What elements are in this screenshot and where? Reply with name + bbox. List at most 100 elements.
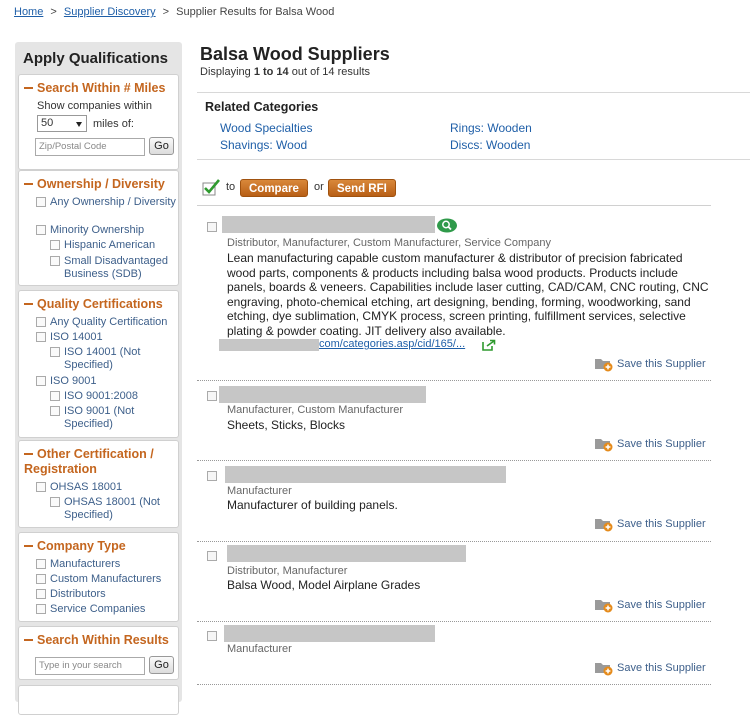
zip-code-input[interactable]: Zip/Postal Code [35, 138, 145, 156]
result-checkbox[interactable] [207, 471, 217, 481]
divider [197, 205, 711, 206]
iso-14001-ns-option[interactable]: ISO 14001 (Not Specified) [50, 346, 154, 372]
supplier-url-link[interactable]: com/categories.asp/cid/165/... [319, 338, 465, 350]
page-title: Balsa Wood Suppliers [200, 44, 390, 64]
result-checkbox[interactable] [207, 222, 217, 232]
supplier-name-redacted[interactable] [225, 466, 506, 483]
other-cert-filter-title[interactable]: Other Certification / Registration [24, 447, 174, 477]
checkbox[interactable] [50, 406, 60, 416]
checkbox[interactable] [36, 559, 46, 569]
save-folder-icon [595, 519, 613, 532]
ownership-any-option[interactable]: Any Ownership / Diversity [36, 196, 176, 209]
breadcrumb-current: Supplier Results for Balsa Wood [176, 6, 335, 18]
send-rfi-button[interactable]: Send RFI [328, 179, 396, 197]
result-checkbox[interactable] [207, 391, 217, 401]
result-checkbox[interactable] [207, 631, 217, 641]
ohsas-18001-option[interactable]: OHSAS 18001 [36, 481, 176, 494]
checkbox[interactable] [50, 240, 60, 250]
checkbox[interactable] [50, 497, 60, 507]
miles-go-button[interactable]: Go [149, 137, 174, 155]
search-within-input[interactable]: Type in your search [35, 657, 145, 675]
collapse-dash-icon [24, 182, 33, 185]
checkbox[interactable] [36, 482, 46, 492]
company-type-manufacturers-option[interactable]: Manufacturers [36, 558, 176, 571]
miles-of-label: miles of: [93, 118, 134, 130]
next-filter-box [18, 685, 179, 715]
url-domain-redacted [219, 339, 319, 351]
checkbox[interactable] [36, 332, 46, 342]
ownership-filter-title[interactable]: Ownership / Diversity [24, 177, 165, 192]
search-results-filter-title[interactable]: Search Within Results [24, 633, 169, 648]
collapse-dash-icon [24, 86, 33, 89]
checkbox[interactable] [36, 225, 46, 235]
breadcrumb-home-link[interactable]: Home [14, 6, 43, 18]
company-type-distributors-option[interactable]: Distributors [36, 588, 176, 601]
related-categories-title: Related Categories [205, 100, 319, 114]
search-within-go-button[interactable]: Go [149, 656, 174, 674]
breadcrumb-separator: > [162, 6, 170, 18]
minority-ownership-option[interactable]: Minority Ownership [36, 224, 176, 237]
related-link-wood-specialties[interactable]: Wood Specialties [220, 121, 313, 135]
checkbox[interactable] [36, 376, 46, 386]
save-folder-icon [595, 663, 613, 676]
quick-view-magnifier-icon[interactable] [436, 218, 458, 233]
quality-filter-box: Quality Certifications Any Quality Certi… [18, 290, 179, 438]
distance-select[interactable]: 50 [37, 115, 87, 132]
result-separator [197, 541, 711, 542]
supplier-name-redacted[interactable] [219, 386, 426, 403]
sdb-option[interactable]: Small Disadvantaged Business (SDB) [50, 255, 178, 281]
search-results-filter-box: Search Within Results Type in your searc… [18, 626, 179, 680]
qualifications-sidebar: Apply Qualifications Search Within # Mil… [15, 42, 182, 715]
miles-filter-title[interactable]: Search Within # Miles [24, 81, 165, 96]
checkbox[interactable] [36, 317, 46, 327]
sidebar-title: Apply Qualifications [23, 50, 169, 67]
related-link-discs-wooden[interactable]: Discs: Wooden [450, 138, 530, 152]
compare-button[interactable]: Compare [240, 179, 308, 197]
supplier-name-redacted[interactable] [227, 545, 466, 562]
supplier-name-redacted[interactable] [222, 216, 435, 233]
checkbox[interactable] [50, 256, 60, 266]
iso-9001-ns-option[interactable]: ISO 9001 (Not Specified) [50, 405, 146, 431]
save-folder-icon [595, 359, 613, 372]
external-link-icon[interactable] [482, 339, 496, 351]
iso-14001-option[interactable]: ISO 14001 [36, 331, 176, 344]
collapse-dash-icon [24, 638, 33, 641]
results-count: Displaying 1 to 14 out of 14 results [200, 66, 371, 78]
checkbox[interactable] [36, 604, 46, 614]
result-checkbox[interactable] [207, 551, 217, 561]
supplier-types: Manufacturer [227, 485, 292, 497]
related-categories: Related Categories Wood Specialties Ring… [197, 92, 750, 160]
company-type-custom-manufacturers-option[interactable]: Custom Manufacturers [36, 573, 176, 586]
save-folder-icon [595, 439, 613, 452]
checkbox[interactable] [36, 197, 46, 207]
show-companies-label: Show companies within [37, 100, 152, 112]
checkbox[interactable] [36, 589, 46, 599]
collapse-dash-icon [24, 544, 33, 547]
company-type-service-companies-option[interactable]: Service Companies [36, 603, 176, 616]
iso-9001-option[interactable]: ISO 9001 [36, 375, 176, 388]
quality-filter-title[interactable]: Quality Certifications [24, 297, 163, 312]
hispanic-american-option[interactable]: Hispanic American [50, 239, 178, 252]
breadcrumb: Home > Supplier Discovery > Supplier Res… [14, 6, 334, 18]
supplier-name-redacted[interactable] [224, 625, 435, 642]
related-link-rings-wooden[interactable]: Rings: Wooden [450, 121, 532, 135]
company-type-filter-box: Company Type Manufacturers Custom Manufa… [18, 532, 179, 622]
ohsas-18001-ns-option[interactable]: OHSAS 18001 (Not Specified) [50, 496, 160, 522]
action-or-label: or [314, 181, 324, 193]
action-to-label: to [226, 181, 236, 193]
checkbox[interactable] [36, 574, 46, 584]
breadcrumb-separator: > [50, 6, 57, 18]
supplier-description: Sheets, Sticks, Blocks [227, 418, 346, 432]
related-link-shavings-wood[interactable]: Shavings: Wood [220, 138, 307, 152]
checkbox[interactable] [50, 391, 60, 401]
collapse-dash-icon [24, 302, 33, 305]
supplier-description: Lean manufacturing capable custom manufa… [227, 251, 709, 338]
supplier-types: Manufacturer [227, 643, 292, 655]
company-type-filter-title[interactable]: Company Type [24, 539, 126, 554]
quality-any-option[interactable]: Any Quality Certification [36, 316, 178, 329]
iso-9001-2008-option[interactable]: ISO 9001:2008 [50, 390, 178, 403]
supplier-description: Balsa Wood, Model Airplane Grades [227, 578, 421, 592]
dropdown-arrow-icon [76, 122, 82, 127]
breadcrumb-supplier-discovery-link[interactable]: Supplier Discovery [64, 6, 156, 18]
checkbox[interactable] [50, 347, 60, 357]
